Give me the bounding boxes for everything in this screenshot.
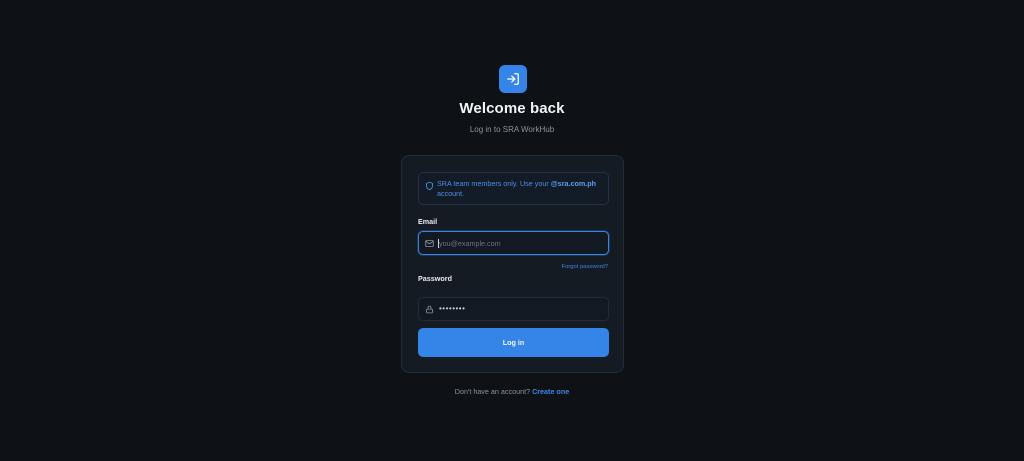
page-subtitle: Log in to SRA WorkHub — [469, 125, 555, 134]
email-label: Email — [418, 217, 438, 226]
team-notice: SRA team members only. Use your @sra.com… — [418, 172, 609, 205]
shield-icon — [426, 181, 433, 191]
signup-prompt: Don't have an account? Create one — [0, 387, 1024, 396]
password-field-wrapper[interactable]: •••••••• — [418, 297, 609, 321]
password-input[interactable]: •••••••• — [439, 304, 465, 313]
login-button[interactable]: Log in — [418, 328, 609, 357]
create-account-link[interactable]: Create one — [532, 387, 569, 396]
lock-icon — [426, 305, 433, 314]
notice-domain: @sra.com.ph — [550, 179, 597, 188]
notice-text: SRA team members only. Use your @sra.com… — [437, 179, 607, 199]
forgot-password-link[interactable]: Forgot password? — [562, 264, 608, 270]
notice-text-prefix: SRA team members only. Use your — [437, 179, 551, 188]
notice-text-suffix: account. — [437, 189, 465, 198]
login-icon — [507, 73, 519, 85]
signup-prompt-text: Don't have an account? — [454, 387, 531, 396]
login-card: SRA team members only. Use your @sra.com… — [401, 155, 624, 373]
page-title: Welcome back — [459, 100, 565, 117]
password-label: Password — [418, 274, 452, 283]
mail-icon — [425, 240, 434, 247]
email-field-wrapper[interactable] — [418, 231, 609, 255]
email-input[interactable] — [439, 232, 604, 254]
logo-badge — [499, 65, 527, 93]
login-page: Welcome back Log in to SRA WorkHub SRA t… — [0, 0, 1024, 461]
